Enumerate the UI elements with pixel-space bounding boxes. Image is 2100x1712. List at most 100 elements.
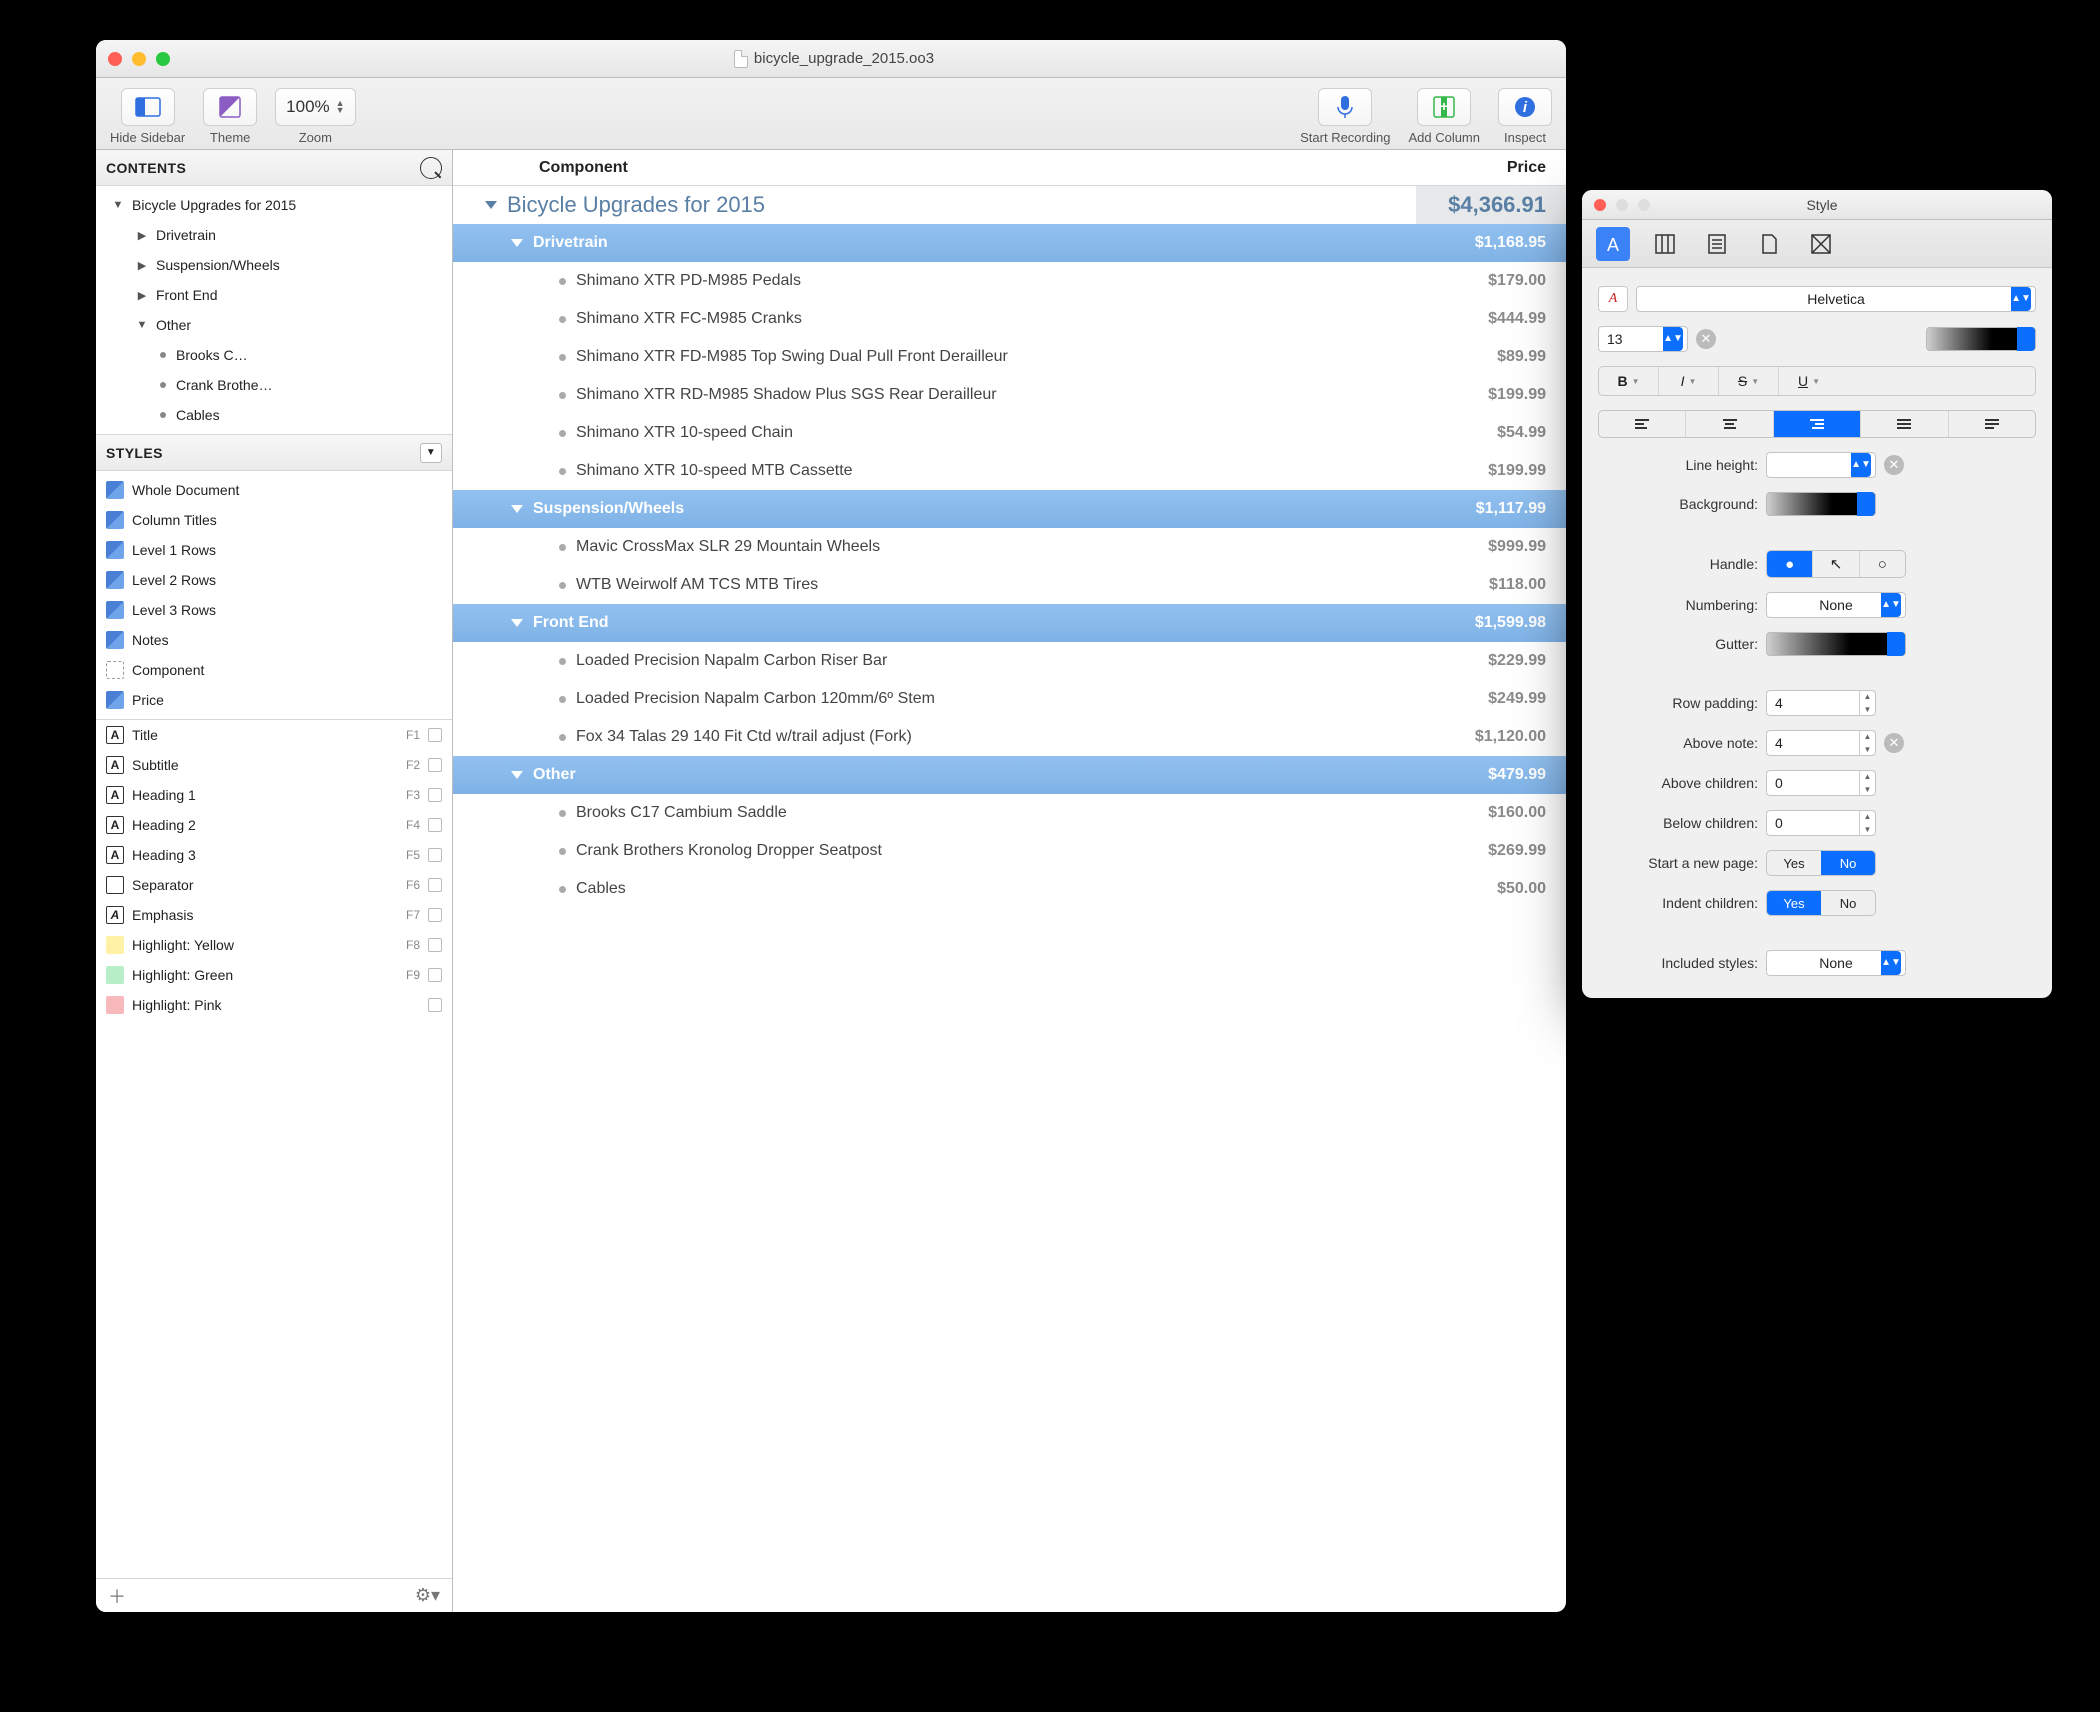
column-price[interactable]: Price <box>1416 159 1566 177</box>
start-new-page-toggle[interactable]: Yes No <box>1766 850 1876 876</box>
gutter-color-well[interactable] <box>1766 632 1906 656</box>
underline-button[interactable]: U▼ <box>1779 367 1839 395</box>
close-icon[interactable] <box>108 52 122 66</box>
style-item[interactable]: Component <box>96 655 452 685</box>
indent-children-yes[interactable]: Yes <box>1767 891 1821 915</box>
named-style-item[interactable]: Highlight: YellowF8 <box>96 930 452 960</box>
background-color-well[interactable] <box>1766 492 1876 516</box>
outline-row[interactable]: Cables$50.00 <box>453 870 1566 908</box>
named-style-item[interactable]: Highlight: GreenF9 <box>96 960 452 990</box>
style-checkbox[interactable] <box>428 938 442 952</box>
outline-row[interactable]: Other$479.99 <box>453 756 1566 794</box>
chevron-down-icon[interactable] <box>511 505 523 513</box>
tab-document[interactable] <box>1700 227 1734 261</box>
gear-icon[interactable]: ⚙︎▾ <box>415 1585 440 1606</box>
above-children-stepper[interactable]: 0▲▼ <box>1766 770 1876 796</box>
above-note-stepper[interactable]: 4▲▼ <box>1766 730 1876 756</box>
outline-row[interactable]: Suspension/Wheels$1,117.99 <box>453 490 1566 528</box>
chevron-down-icon[interactable] <box>485 201 497 209</box>
italic-button[interactable]: I▼ <box>1659 367 1719 395</box>
named-style-item[interactable]: AHeading 3F5 <box>96 840 452 870</box>
chevron-right-icon[interactable]: ▶ <box>136 289 148 301</box>
style-checkbox[interactable] <box>428 758 442 772</box>
align-justify-button[interactable] <box>1861 411 1948 437</box>
named-style-item[interactable]: ATitleF1 <box>96 720 452 750</box>
sidebar-content-item[interactable]: ▶Front End <box>96 280 452 310</box>
style-item[interactable]: Price <box>96 685 452 715</box>
clear-line-height-button[interactable]: ✕ <box>1884 455 1904 475</box>
indent-children-no[interactable]: No <box>1821 891 1875 915</box>
sidebar-content-item[interactable]: Cables <box>96 400 452 430</box>
align-right-button[interactable] <box>1774 411 1861 437</box>
line-height-select[interactable]: ▲▼ <box>1766 452 1876 478</box>
style-item[interactable]: Notes <box>96 625 452 655</box>
handle-circle-button[interactable]: ○ <box>1860 551 1905 577</box>
outline-row[interactable]: Shimano XTR PD-M985 Pedals$179.00 <box>453 262 1566 300</box>
chevron-right-icon[interactable]: ▶ <box>136 259 148 271</box>
zoom-select[interactable]: 100% ▲▼ <box>275 88 355 126</box>
theme-button[interactable] <box>203 88 257 126</box>
tab-blank-doc[interactable] <box>1752 227 1786 261</box>
start-new-page-yes[interactable]: Yes <box>1767 851 1821 875</box>
sidebar-content-item[interactable]: ▼Bicycle Upgrades for 2015 <box>96 190 452 220</box>
start-recording-button[interactable] <box>1318 88 1372 126</box>
outline-row[interactable]: Shimano XTR 10-speed MTB Cassette$199.99 <box>453 452 1566 490</box>
named-style-item[interactable]: AHeading 1F3 <box>96 780 452 810</box>
chevron-down-icon[interactable]: ▼ <box>136 319 148 331</box>
font-family-select[interactable]: Helvetica ▲▼ <box>1636 286 2036 312</box>
minimize-icon[interactable] <box>132 52 146 66</box>
outline-row[interactable]: Brooks C17 Cambium Saddle$160.00 <box>453 794 1566 832</box>
add-style-button[interactable]: ＋ <box>108 1583 126 1609</box>
style-checkbox[interactable] <box>428 848 442 862</box>
align-natural-button[interactable] <box>1949 411 2035 437</box>
below-children-stepper[interactable]: 0▲▼ <box>1766 810 1876 836</box>
outline-row[interactable]: Drivetrain$1,168.95 <box>453 224 1566 262</box>
strike-button[interactable]: S▼ <box>1719 367 1779 395</box>
inspect-button[interactable]: i <box>1498 88 1552 126</box>
style-checkbox[interactable] <box>428 818 442 832</box>
outline-row[interactable]: Shimano XTR FC-M985 Cranks$444.99 <box>453 300 1566 338</box>
sidebar-content-item[interactable]: ▼Other <box>96 310 452 340</box>
named-style-item[interactable]: AEmphasisF7 <box>96 900 452 930</box>
tab-layout[interactable] <box>1804 227 1838 261</box>
outline-row[interactable]: Loaded Precision Napalm Carbon Riser Bar… <box>453 642 1566 680</box>
named-style-item[interactable]: SeparatorF6 <box>96 870 452 900</box>
style-checkbox[interactable] <box>428 728 442 742</box>
named-style-item[interactable]: AHeading 2F4 <box>96 810 452 840</box>
style-checkbox[interactable] <box>428 788 442 802</box>
chevron-down-icon[interactable] <box>511 619 523 627</box>
style-checkbox[interactable] <box>428 908 442 922</box>
style-item[interactable]: Whole Document <box>96 475 452 505</box>
clear-size-button[interactable]: ✕ <box>1696 329 1716 349</box>
outline-row[interactable]: WTB Weirwolf AM TCS MTB Tires$118.00 <box>453 566 1566 604</box>
row-padding-stepper[interactable]: 4▲▼ <box>1766 690 1876 716</box>
named-style-item[interactable]: Highlight: Pink <box>96 990 452 1020</box>
numbering-select[interactable]: None ▲▼ <box>1766 592 1906 618</box>
add-column-button[interactable]: + <box>1417 88 1471 126</box>
hide-sidebar-button[interactable] <box>121 88 175 126</box>
search-icon[interactable] <box>420 157 442 179</box>
start-new-page-no[interactable]: No <box>1821 851 1875 875</box>
sidebar-content-item[interactable]: ▶Suspension/Wheels <box>96 250 452 280</box>
bold-button[interactable]: B▼ <box>1599 367 1659 395</box>
align-center-button[interactable] <box>1686 411 1773 437</box>
style-checkbox[interactable] <box>428 968 442 982</box>
sidebar-content-item[interactable]: Crank Brothe… <box>96 370 452 400</box>
text-color-well[interactable] <box>1926 327 2036 351</box>
style-item[interactable]: Column Titles <box>96 505 452 535</box>
outline-row[interactable]: Fox 34 Talas 29 140 Fit Ctd w/trail adju… <box>453 718 1566 756</box>
style-item[interactable]: Level 2 Rows <box>96 565 452 595</box>
outline-row[interactable]: Loaded Precision Napalm Carbon 120mm/6º … <box>453 680 1566 718</box>
outline-row[interactable]: Mavic CrossMax SLR 29 Mountain Wheels$99… <box>453 528 1566 566</box>
font-panel-button[interactable]: A <box>1598 286 1628 312</box>
tab-style[interactable]: A <box>1596 227 1630 261</box>
close-icon[interactable] <box>1594 199 1606 211</box>
outline-row[interactable]: Shimano XTR FD-M985 Top Swing Dual Pull … <box>453 338 1566 376</box>
style-item[interactable]: Level 3 Rows <box>96 595 452 625</box>
outline-row[interactable]: Bicycle Upgrades for 2015$4,366.91 <box>453 186 1566 224</box>
handle-arrow-button[interactable]: ↖︎ <box>1813 551 1859 577</box>
included-styles-select[interactable]: None ▲▼ <box>1766 950 1906 976</box>
style-item[interactable]: Level 1 Rows <box>96 535 452 565</box>
column-component[interactable]: Component <box>453 159 1416 177</box>
chevron-down-icon[interactable] <box>511 239 523 247</box>
